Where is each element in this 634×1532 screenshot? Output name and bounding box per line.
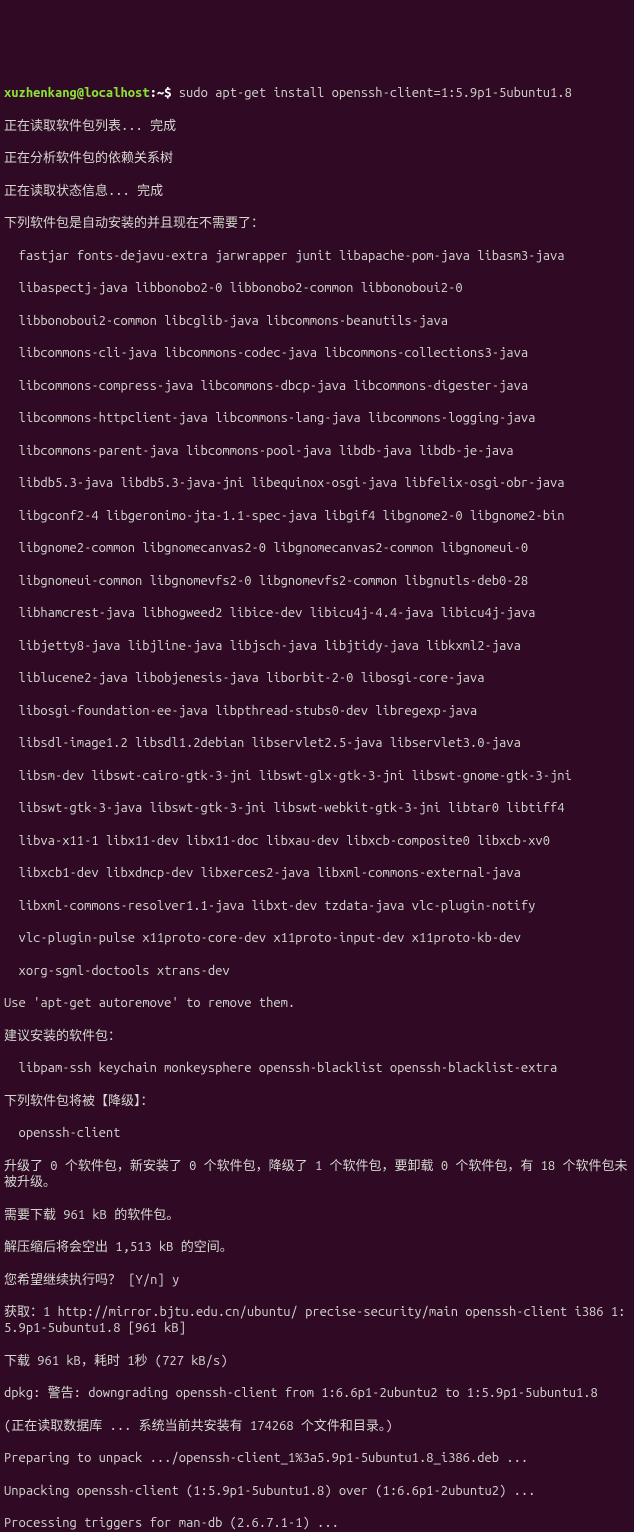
package-line: libva-x11-1 libx11-dev libx11-doc libxau… (4, 833, 630, 849)
preparing-unpack: Preparing to unpack .../openssh-client_1… (4, 1450, 630, 1466)
package-line: libgnomeui-common libgnomevfs2-0 libgnom… (4, 573, 630, 589)
package-line: libcommons-compress-java libcommons-dbcp… (4, 378, 630, 394)
reading-database: (正在读取数据库 ... 系统当前共安装有 174268 个文件和目录。) (4, 1418, 630, 1434)
package-line: fastjar fonts-dejavu-extra jarwrapper ju… (4, 248, 630, 264)
package-line: libswt-gtk-3-java libswt-gtk-3-jni libsw… (4, 800, 630, 816)
disk-space: 解压缩后将会空出 1,513 kB 的空间。 (4, 1239, 630, 1255)
package-line: libcommons-parent-java libcommons-pool-j… (4, 443, 630, 459)
package-line: libdb5.3-java libdb5.3-java-jni libequin… (4, 475, 630, 491)
package-line: vlc-plugin-pulse x11proto-core-dev x11pr… (4, 930, 630, 946)
package-line: libcommons-httpclient-java libcommons-la… (4, 410, 630, 426)
suggested-header: 建议安装的软件包： (4, 1028, 630, 1044)
command-text: sudo apt-get install openssh-client=1:5.… (179, 86, 572, 100)
prompt-line[interactable]: xuzhenkang@localhost:~$ sudo apt-get ins… (4, 85, 630, 101)
reading-package-lists: 正在读取软件包列表... 完成 (4, 118, 630, 134)
continue-prompt[interactable]: 您希望继续执行吗？ [Y/n] y (4, 1272, 630, 1288)
unpacking: Unpacking openssh-client (1:5.9p1-5ubunt… (4, 1483, 630, 1499)
package-line: libaspectj-java libbonobo2-0 libbonobo2-… (4, 280, 630, 296)
get-line: 获取：1 http://mirror.bjtu.edu.cn/ubuntu/ p… (4, 1304, 630, 1337)
summary-line: 升级了 0 个软件包，新安装了 0 个软件包，降级了 1 个软件包，要卸载 0 … (4, 1158, 630, 1191)
package-line: libgnome2-common libgnomecanvas2-0 libgn… (4, 540, 630, 556)
user-host: xuzhenkang@localhost (4, 86, 150, 100)
package-line: libosgi-foundation-ee-java libpthread-st… (4, 703, 630, 719)
package-line: libxcb1-dev libxdmcp-dev libxerces2-java… (4, 865, 630, 881)
processing-triggers: Processing triggers for man-db (2.6.7.1-… (4, 1515, 630, 1531)
building-dependency-tree: 正在分析软件包的依赖关系树 (4, 150, 630, 166)
package-line: libjetty8-java libjline-java libjsch-jav… (4, 638, 630, 654)
package-line: libhamcrest-java libhogweed2 libice-dev … (4, 605, 630, 621)
package-line: libpam-ssh keychain monkeysphere openssh… (4, 1060, 630, 1076)
package-line: xorg-sgml-doctools xtrans-dev (4, 963, 630, 979)
reading-state: 正在读取状态信息... 完成 (4, 183, 630, 199)
path: :~$ (150, 86, 172, 100)
downgrade-header: 下列软件包将被【降级】： (4, 1093, 630, 1109)
package-line: libsm-dev libswt-cairo-gtk-3-jni libswt-… (4, 768, 630, 784)
autoremove-hint: Use 'apt-get autoremove' to remove them. (4, 995, 630, 1011)
terminal-output: xuzhenkang@localhost:~$ sudo apt-get ins… (4, 69, 630, 1532)
package-line: liblucene2-java libobjenesis-java liborb… (4, 670, 630, 686)
downloaded-line: 下载 961 kB，耗时 1秒 (727 kB/s) (4, 1353, 630, 1369)
package-line: libsdl-image1.2 libsdl1.2debian libservl… (4, 735, 630, 751)
dpkg-warning: dpkg: 警告: downgrading openssh-client fro… (4, 1385, 630, 1401)
package-line: libbonoboui2-common libcglib-java libcom… (4, 313, 630, 329)
package-line: libcommons-cli-java libcommons-codec-jav… (4, 345, 630, 361)
package-line: libgconf2-4 libgeronimo-jta-1.1-spec-jav… (4, 508, 630, 524)
package-line: libxml-commons-resolver1.1-java libxt-de… (4, 898, 630, 914)
package-line: openssh-client (4, 1125, 630, 1141)
auto-installed-header: 下列软件包是自动安装的并且现在不需要了： (4, 215, 630, 231)
download-size: 需要下载 961 kB 的软件包。 (4, 1207, 630, 1223)
